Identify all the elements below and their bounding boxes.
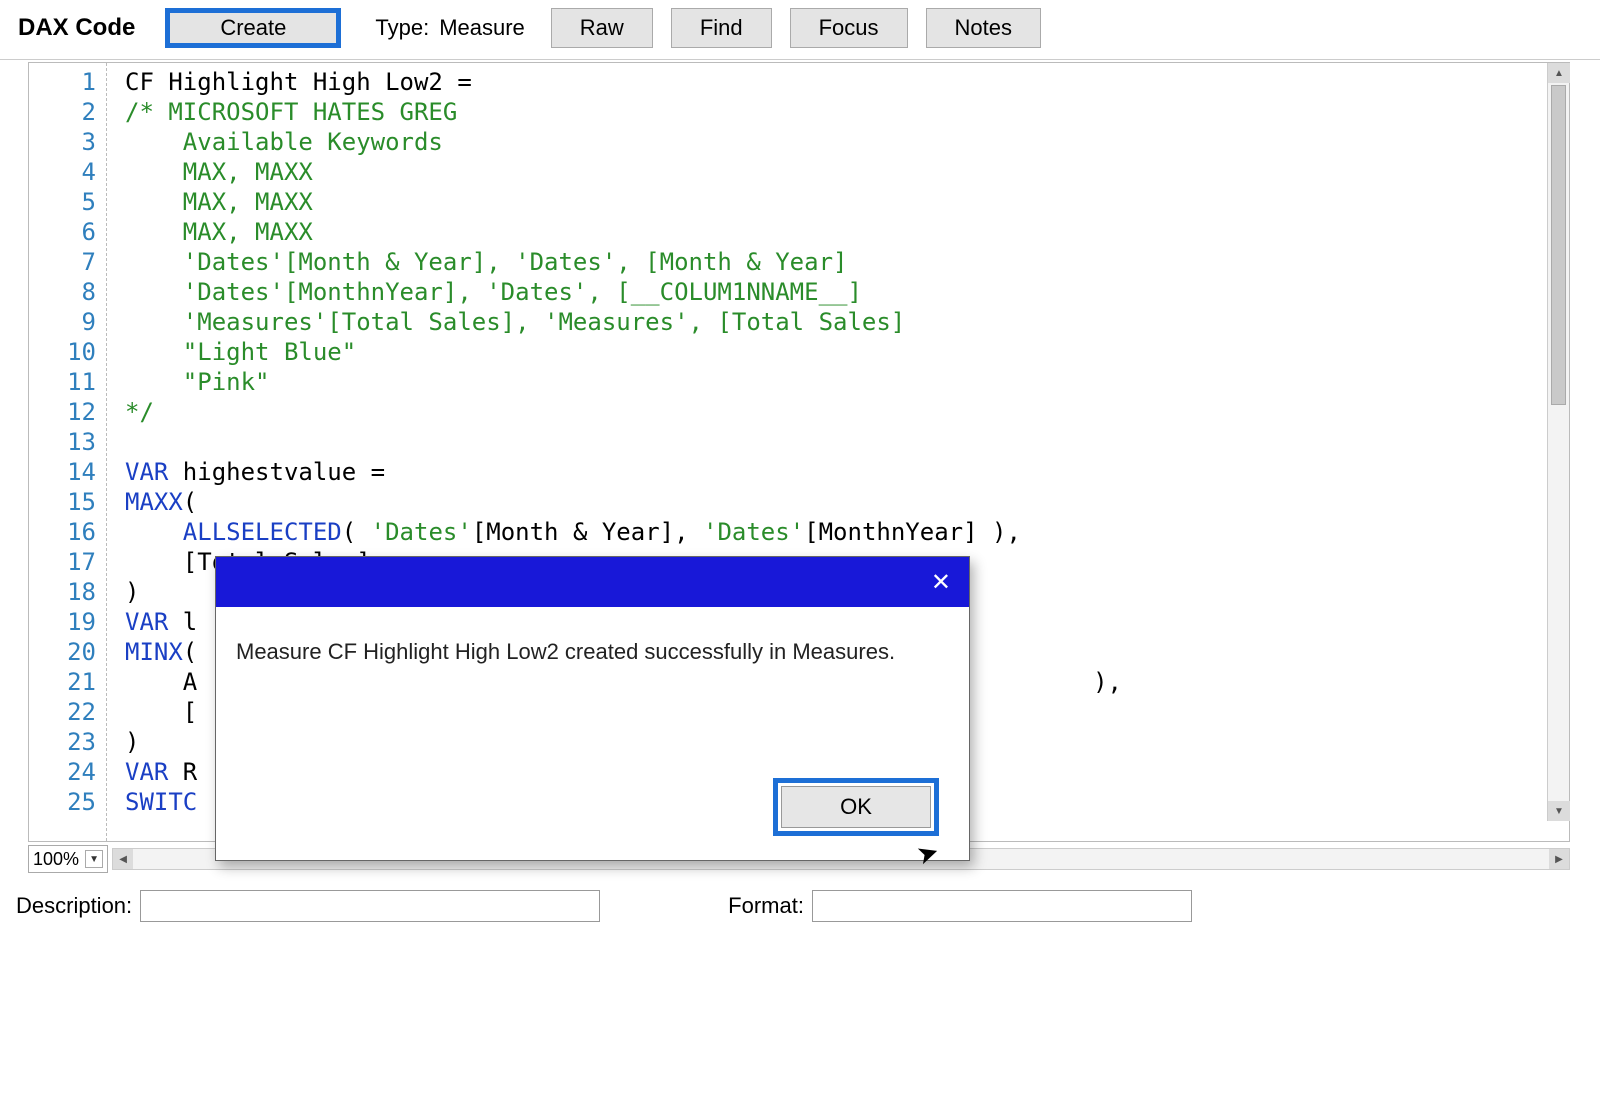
message-dialog: ✕ Measure CF Highlight High Low2 created… xyxy=(215,556,970,861)
scroll-left-arrow[interactable]: ◀ xyxy=(113,849,133,869)
raw-button[interactable]: Raw xyxy=(551,8,653,48)
type-group: Type: Measure xyxy=(375,15,524,41)
dialog-titlebar[interactable]: ✕ xyxy=(216,557,969,607)
close-icon[interactable]: ✕ xyxy=(931,568,951,597)
type-value: Measure xyxy=(439,15,525,41)
footer: Description: Format: xyxy=(16,890,1570,922)
app-title: DAX Code xyxy=(18,14,135,42)
type-label: Type: xyxy=(375,15,429,41)
line-gutter: 1234567891011121314151617181920212223242… xyxy=(29,63,107,841)
format-input[interactable] xyxy=(812,890,1192,922)
zoom-dropdown-icon[interactable]: ▼ xyxy=(85,850,103,868)
dialog-message: Measure CF Highlight High Low2 created s… xyxy=(216,607,969,665)
focus-button[interactable]: Focus xyxy=(790,8,908,48)
create-button[interactable]: Create xyxy=(165,8,341,48)
scroll-up-arrow[interactable]: ▲ xyxy=(1548,63,1570,83)
toolbar: DAX Code Create Type: Measure Raw Find F… xyxy=(0,0,1600,60)
scroll-thumb[interactable] xyxy=(1551,85,1566,405)
scroll-right-arrow[interactable]: ▶ xyxy=(1549,849,1569,869)
notes-button[interactable]: Notes xyxy=(926,8,1041,48)
ok-button[interactable]: OK xyxy=(781,786,931,828)
format-label: Format: xyxy=(728,893,804,919)
ok-highlight: OK xyxy=(773,778,939,836)
scroll-down-arrow[interactable]: ▼ xyxy=(1548,801,1570,821)
zoom-control[interactable]: 100% ▼ xyxy=(28,845,108,873)
description-label: Description: xyxy=(16,893,132,919)
description-input[interactable] xyxy=(140,890,600,922)
vertical-scrollbar[interactable]: ▲ ▼ xyxy=(1547,63,1569,821)
find-button[interactable]: Find xyxy=(671,8,772,48)
zoom-value: 100% xyxy=(33,849,79,870)
